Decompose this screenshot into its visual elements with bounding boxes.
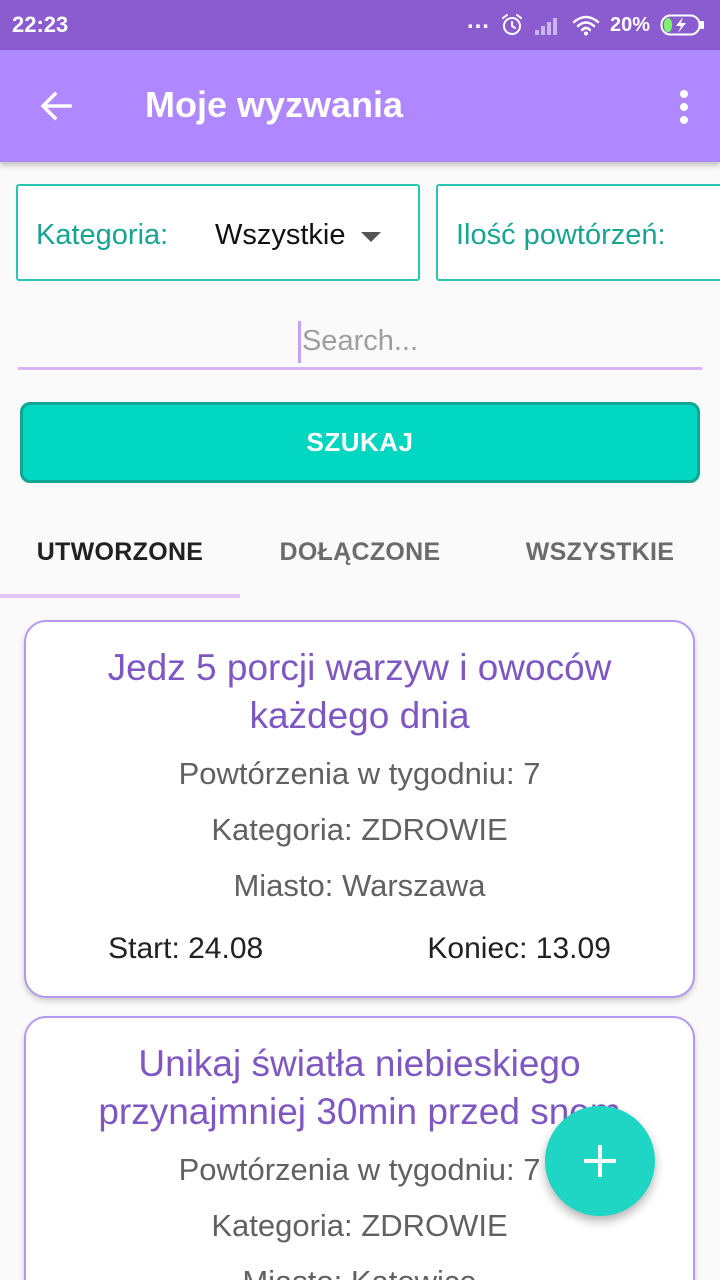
challenge-category: Kategoria: ZDROWIE (211, 812, 508, 847)
status-bar: 22:23 ... 20% (0, 0, 720, 50)
category-filter[interactable]: Kategoria: Wszystkie (16, 184, 420, 281)
status-time: 22:23 (12, 12, 69, 37)
signal-icon (534, 18, 557, 35)
category-label: Kategoria: (36, 219, 169, 251)
notification-dots-icon: ... (466, 7, 490, 34)
challenge-end: Koniec: 13.09 (427, 932, 611, 965)
battery-charging-icon (660, 14, 704, 36)
challenge-city: Miasto: Katowice (26, 1254, 693, 1280)
dropdown-arrow-icon[interactable] (361, 232, 381, 242)
page-title: Moje wyzwania (145, 84, 404, 125)
challenge-start: Start: 24.08 (108, 932, 264, 965)
wifi-icon (572, 15, 600, 36)
battery-percent: 20% (609, 13, 650, 36)
search-input[interactable] (18, 316, 702, 370)
overflow-menu-button[interactable] (668, 80, 700, 134)
tab-bar: UTWORZONE DOŁĄCZONE WSZYSTKIE (0, 505, 720, 599)
tab-joined[interactable]: DOŁĄCZONE (240, 505, 480, 599)
add-challenge-button[interactable] (545, 1106, 655, 1216)
screen: 22:23 ... 20% Moje wyzwania Kategoria: W… (0, 0, 720, 1280)
back-button[interactable] (24, 78, 88, 134)
app-bar: Moje wyzwania (0, 50, 720, 162)
more-vert-icon (680, 90, 688, 124)
tab-created[interactable]: UTWORZONE (0, 505, 240, 599)
challenge-dates: Start: 24.08 Koniec: 13.09 (26, 932, 693, 966)
challenge-title: Jedz 5 porcji warzyw i owoców każdego dn… (107, 647, 612, 736)
alarm-icon (501, 14, 522, 35)
category-select-value[interactable]: Wszystkie (215, 219, 346, 252)
challenge-city: Miasto: Warszawa (233, 868, 486, 903)
plus-icon (584, 1145, 616, 1177)
repetitions-filter[interactable]: Ilość powtórzeń: (436, 184, 720, 281)
challenge-card[interactable]: Jedz 5 porcji warzyw i owoców każdego dn… (24, 620, 695, 998)
tab-indicator (0, 594, 240, 598)
challenge-repetitions: Powtórzenia w tygodniu: 7 (178, 756, 541, 791)
status-icons: ... 20% (466, 7, 706, 40)
arrow-back-icon (40, 91, 72, 121)
text-cursor (298, 321, 301, 363)
search-button[interactable]: SZUKAJ (20, 402, 700, 483)
repetitions-label: Ilość powtórzeń: (456, 219, 666, 251)
tab-all[interactable]: WSZYSTKIE (480, 505, 720, 599)
